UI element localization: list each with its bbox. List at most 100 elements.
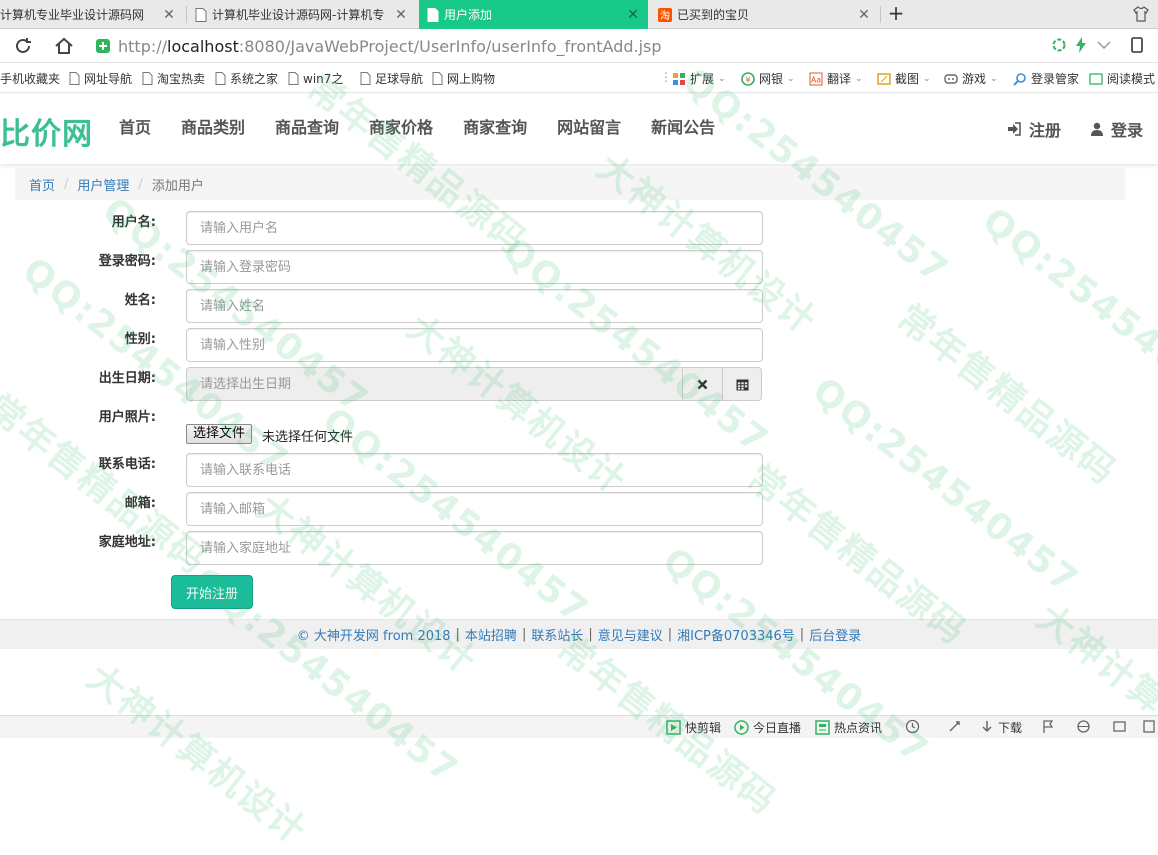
mobile-icon[interactable] [1130, 37, 1144, 53]
toolbar-label: 截图 [895, 72, 920, 86]
download-icon [982, 721, 992, 733]
bookmark-item[interactable]: 淘宝热卖 [142, 70, 205, 87]
username-input[interactable] [186, 211, 763, 245]
password-input[interactable] [186, 250, 763, 284]
clear-date-button[interactable] [683, 367, 723, 401]
page-icon [432, 72, 443, 85]
browser-tab[interactable]: 计算机毕业设计源码网-计算机专 ✕ [187, 0, 416, 29]
status-download[interactable]: 下载 [980, 719, 1022, 736]
bookmark-item[interactable]: 网上购物 [432, 70, 495, 87]
open-calendar-button[interactable] [723, 367, 762, 401]
lightning-icon[interactable] [1074, 37, 1088, 53]
bookmark-item[interactable]: win7之 [288, 70, 343, 87]
photo-label: 用户照片: [98, 410, 156, 425]
fullscreen-icon[interactable] [1142, 719, 1156, 734]
nav-guestbook[interactable]: 网站留言 [542, 94, 636, 164]
video-edit-icon [666, 720, 681, 735]
phone-input[interactable] [186, 453, 763, 487]
login-link[interactable]: 登录 [1076, 94, 1158, 164]
browser-toolbar: http://localhost:8080/JavaWebProject/Use… [0, 29, 1158, 63]
footer-link-feedback[interactable]: 意见与建议 [598, 625, 663, 644]
gender-input[interactable] [186, 328, 763, 362]
main-nav: 首页 商品类别 商品查询 商家价格 商家查询 网站留言 新闻公告 [104, 94, 730, 164]
breadcrumb-home[interactable]: 首页 [29, 175, 55, 194]
close-icon[interactable]: ✕ [855, 7, 873, 23]
nav-home[interactable]: 首页 [104, 94, 166, 164]
bookmark-item[interactable]: 系统之家 [215, 70, 278, 87]
chevron-down-icon[interactable] [1096, 38, 1112, 52]
toolbar-login-manager[interactable]: 登录管家 [1013, 70, 1079, 87]
play-icon [734, 720, 749, 735]
toolbar-bank[interactable]: ¥ 网银 ⌄ [741, 70, 795, 87]
form-row-password: 登录密码: [0, 250, 780, 286]
skin-icon[interactable] [1133, 6, 1149, 22]
more-icon[interactable]: ⋮ [660, 70, 672, 84]
flag-icon[interactable] [1041, 719, 1055, 734]
status-live[interactable]: 今日直播 [734, 719, 801, 736]
toolbar-reading-mode[interactable]: 阅读模式 [1089, 70, 1155, 87]
name-input[interactable] [186, 289, 763, 323]
phone-label: 联系电话: [98, 457, 156, 472]
choose-file-button[interactable]: 选择文件 [186, 424, 253, 444]
site-footer: © 大神开发网 from 2018 | 本站招聘 | 联系站长 | 意见与建议 … [0, 619, 1158, 649]
url-path: :8080/JavaWebProject/UserInfo/userInfo_f… [238, 36, 662, 56]
submit-register-button[interactable]: 开始注册 [171, 575, 253, 609]
new-tab-button[interactable]: + [884, 2, 908, 26]
footer-link-admin-login[interactable]: 后台登录 [809, 625, 861, 644]
toolbar-translate[interactable]: Aa 翻译 ⌄ [809, 70, 863, 87]
close-icon[interactable]: ✕ [392, 7, 410, 23]
form-row-gender: 性别: [0, 328, 780, 364]
name-label: 姓名: [124, 293, 156, 308]
breadcrumb-user-management[interactable]: 用户管理 [77, 175, 129, 194]
email-label: 邮箱: [124, 496, 156, 511]
toolbar-screenshot[interactable]: 截图 ⌄ [877, 70, 931, 87]
toolbar-games[interactable]: 游戏 ⌄ [944, 70, 998, 87]
nav-product-search[interactable]: 商品查询 [260, 94, 354, 164]
watermark-text: 常年售精品源码 [889, 297, 1125, 494]
nav-merchant-search[interactable]: 商家查询 [448, 94, 542, 164]
site-logo[interactable]: 比价网 [0, 109, 93, 153]
register-link[interactable]: 注册 [992, 94, 1076, 164]
browser-tab-active[interactable]: 用户添加 ✕ [419, 0, 648, 29]
refresh-icon[interactable] [12, 35, 34, 57]
bookmark-item[interactable]: 足球导航 [360, 70, 423, 87]
news-icon [815, 720, 830, 735]
browser-tab-label: 用户添加 [444, 8, 493, 22]
bookmark-item[interactable]: 手机收藏夹 [0, 70, 60, 87]
footer-link-icp[interactable]: 湘ICP备0703346号 [677, 625, 795, 644]
footer-copyright: © 大神开发网 from 2018 [296, 629, 451, 644]
status-quick-edit[interactable]: 快剪辑 [666, 719, 721, 736]
footer-link-jobs[interactable]: 本站招聘 [465, 625, 517, 644]
bookmark-label: 手机收藏夹 [0, 72, 61, 86]
status-news[interactable]: 热点资讯 [815, 719, 882, 736]
page-icon [215, 72, 226, 85]
toolbar-label: 登录管家 [1031, 72, 1080, 86]
nav-news[interactable]: 新闻公告 [636, 94, 730, 164]
toolbar-extensions[interactable]: 扩展 ⌄ [672, 70, 726, 87]
window-icon[interactable] [1112, 719, 1127, 734]
home-icon[interactable] [53, 35, 75, 57]
close-icon[interactable]: ✕ [624, 7, 642, 23]
footer-link-contact[interactable]: 联系站长 [531, 625, 583, 644]
history-icon[interactable] [905, 719, 920, 734]
browser-tab[interactable]: 淘 已买到的宝贝 ✕ [650, 0, 879, 29]
site-header: 比价网 首页 商品类别 商品查询 商家价格 商家查询 网站留言 新闻公告 注册 … [0, 94, 1158, 164]
clean-icon[interactable] [947, 719, 962, 734]
browser-status-bar: 快剪辑 今日直播 热点资讯 下载 [0, 715, 1158, 738]
browser-tab-label: 计算机专业毕业设计源码网 [0, 8, 145, 22]
nav-merchant-price[interactable]: 商家价格 [354, 94, 448, 164]
birthday-label: 出生日期: [98, 371, 156, 386]
birthday-input[interactable] [186, 367, 683, 401]
bookmark-item[interactable]: 网址导航 [69, 70, 132, 87]
ad-block-icon[interactable] [1052, 38, 1066, 52]
address-input[interactable] [186, 531, 763, 565]
nav-product-category[interactable]: 商品类别 [166, 94, 260, 164]
footer-separator: | [588, 627, 593, 642]
page-icon [427, 7, 439, 22]
email-input[interactable] [186, 492, 763, 526]
browser-tab[interactable]: 计算机专业毕业设计源码网 ✕ [0, 0, 184, 29]
status-label: 快剪辑 [685, 721, 722, 735]
address-bar[interactable]: http://localhost:8080/JavaWebProject/Use… [96, 33, 1046, 59]
close-icon[interactable]: ✕ [160, 7, 178, 23]
ie-icon[interactable] [1076, 719, 1091, 734]
